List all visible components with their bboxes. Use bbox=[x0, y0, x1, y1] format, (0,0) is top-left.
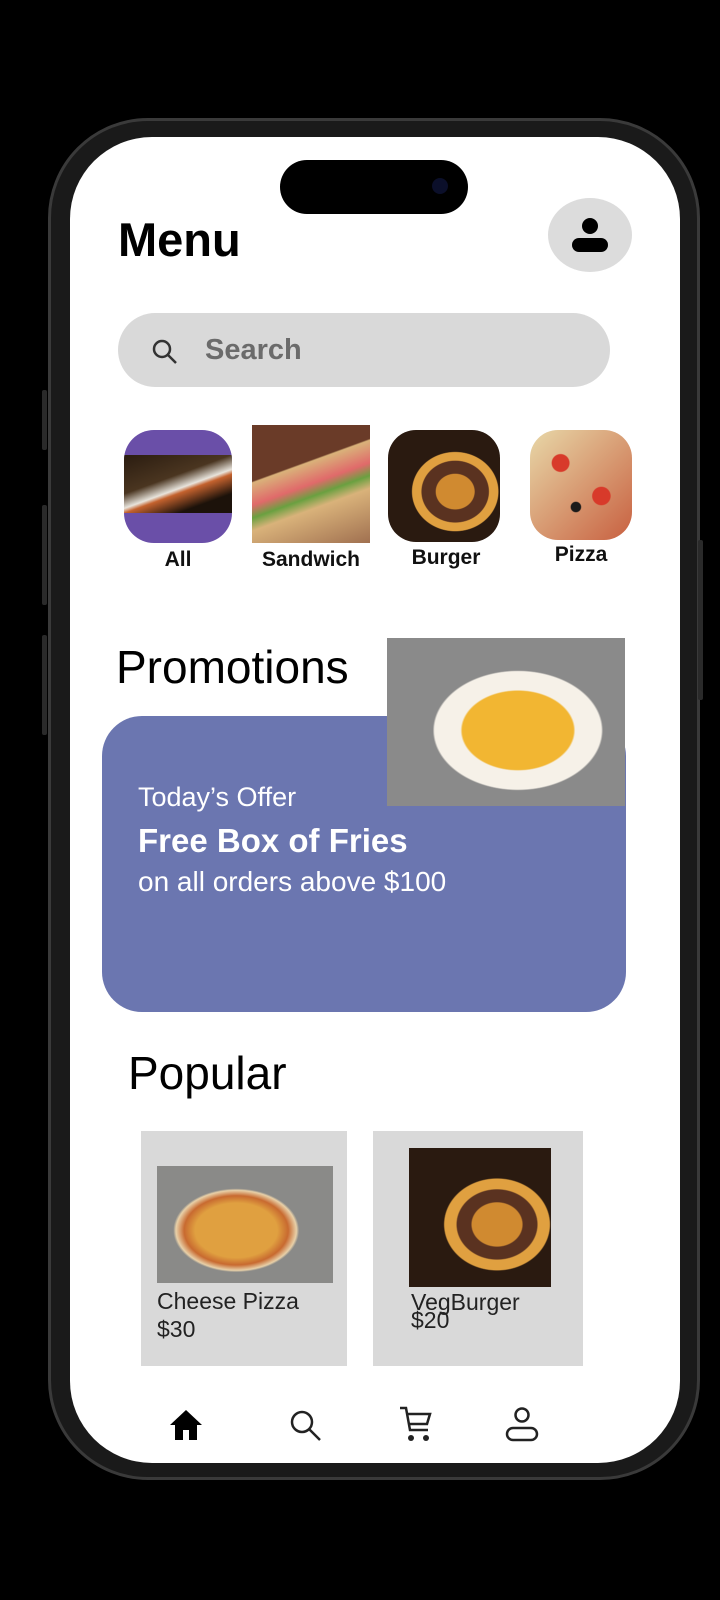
category-all[interactable] bbox=[124, 430, 232, 543]
profile-button[interactable] bbox=[548, 198, 632, 272]
promo-headline: Free Box of Fries bbox=[138, 822, 408, 859]
side-button bbox=[42, 505, 47, 605]
item-price: $30 bbox=[157, 1316, 196, 1342]
vegburger-image bbox=[409, 1148, 551, 1287]
search-icon[interactable] bbox=[288, 1408, 324, 1444]
category-label: Sandwich bbox=[261, 548, 361, 571]
promo-subtitle: Today’s Offer bbox=[138, 782, 297, 812]
section-title-popular: Popular bbox=[128, 1047, 287, 1099]
cart-icon[interactable] bbox=[398, 1404, 434, 1444]
category-sandwich[interactable] bbox=[252, 425, 370, 543]
promo-condition: on all orders above $100 bbox=[138, 866, 447, 897]
side-button bbox=[42, 390, 47, 450]
fries-image bbox=[387, 638, 625, 806]
category-label: All bbox=[164, 548, 192, 571]
search-icon bbox=[152, 339, 177, 364]
home-icon[interactable] bbox=[168, 1408, 204, 1442]
person-icon bbox=[572, 218, 608, 252]
item-price: $20 bbox=[411, 1307, 450, 1333]
side-button bbox=[698, 540, 703, 700]
item-name: Cheese Pizza bbox=[157, 1288, 299, 1314]
cheese-pizza-image bbox=[157, 1166, 333, 1283]
search-placeholder: Search bbox=[205, 334, 302, 366]
category-image bbox=[124, 455, 232, 513]
profile-icon[interactable] bbox=[504, 1406, 540, 1444]
category-label: Pizza bbox=[554, 543, 608, 566]
camera bbox=[432, 178, 448, 194]
section-title-promotions: Promotions bbox=[116, 641, 349, 693]
category-label: Burger bbox=[411, 546, 481, 569]
search-input[interactable] bbox=[118, 313, 610, 387]
category-pizza[interactable] bbox=[530, 430, 632, 540]
side-button bbox=[42, 635, 47, 735]
page-title: Menu bbox=[118, 213, 241, 266]
category-burger[interactable] bbox=[388, 430, 500, 542]
